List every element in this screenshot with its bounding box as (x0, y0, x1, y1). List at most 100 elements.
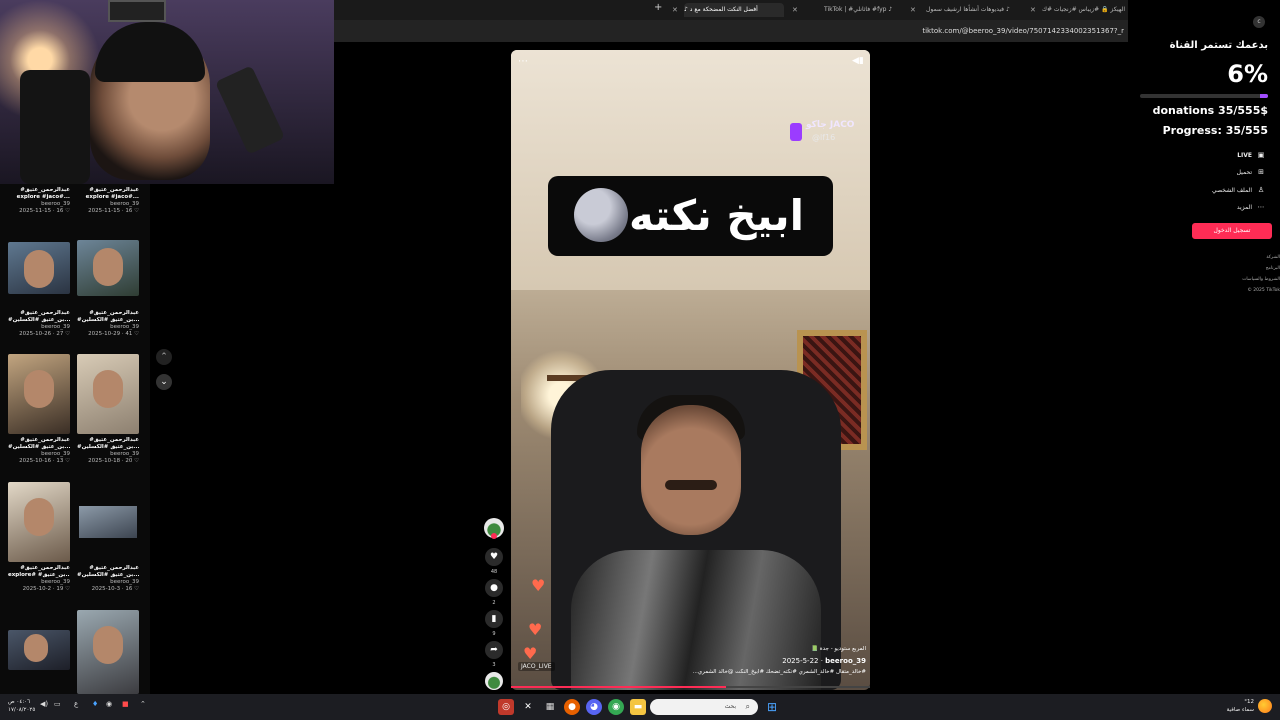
close-tab-icon[interactable]: ✕ (1030, 3, 1036, 17)
language-icon[interactable]: ع (74, 700, 78, 708)
nav-more[interactable]: المزيد ⋯ (1237, 203, 1266, 211)
list-item[interactable]: #عبدالرحمن_عتيق #بن_عتيق #الكسلين... beero… (77, 354, 139, 465)
goal-progress-bar (1140, 94, 1268, 98)
network-icon[interactable]: ▭ (54, 700, 61, 708)
list-item[interactable] (77, 610, 139, 694)
list-item[interactable]: #عبدالرحمن_عتيق #بن_عتيق #الكسلين... beero… (77, 240, 139, 338)
close-tab-icon[interactable]: ✕ (672, 3, 678, 17)
firefox-icon[interactable]: ● (564, 699, 580, 715)
footer-link[interactable]: الشروط والسياسات (1242, 277, 1280, 282)
creator-video-list: #عبدالرحمن_عتيق explore #jaco#... beeroo_3… (0, 184, 150, 694)
video-player[interactable] (511, 50, 870, 690)
video-user: beeroo_39 (41, 451, 70, 457)
video-info: 📗 المربع ستوديو - جدة 2025-5-22 · beeroo… (690, 646, 866, 675)
video-caption: ابيخ نكته (628, 191, 804, 240)
webcam-overlay (0, 0, 334, 184)
follow-dot[interactable] (491, 533, 497, 539)
video-title: #عبدالرحمن_عتيق (89, 187, 139, 193)
video-stats: 2025-11-15 · 16 ♡ (19, 208, 70, 214)
person-face (641, 405, 741, 535)
video-title: #عبدالرحمن_عتيق (20, 565, 70, 571)
tiktok-icon: ♪ (888, 6, 893, 13)
video-stats: 2025-10-16 · 13 ♡ (19, 458, 70, 464)
footer-link[interactable]: البرنامج (1266, 266, 1280, 271)
file-explorer-icon[interactable]: ▬ (630, 699, 646, 715)
discord-icon[interactable]: ◕ (586, 699, 602, 715)
video-date: 2025-5-22 (782, 657, 819, 665)
nav-upload[interactable]: تحميل ⊞ (1237, 168, 1266, 176)
tab-3[interactable]: فيديوهات أنشأها ارشيف سمول ♪ (926, 3, 1026, 17)
taskbar-clock[interactable]: ٠٤:٠٦ ص ١٧/٠٨/٢٠٢٥ (8, 698, 35, 714)
video-author[interactable]: beeroo_39 (825, 657, 866, 665)
video-user: beeroo_39 (110, 324, 139, 330)
like-button[interactable]: ♥ (485, 548, 503, 566)
obs-icon[interactable]: ◎ (498, 699, 514, 715)
close-tab-icon[interactable]: ✕ (910, 3, 916, 17)
scroll-down-button[interactable]: ⌄ (156, 374, 172, 390)
video-stats: 2025-10-2 · 19 ♡ (22, 586, 70, 592)
login-button[interactable]: تسجيل الدخول (1192, 223, 1272, 239)
list-item[interactable] (8, 630, 70, 670)
taskbar-search[interactable]: بحث ⌕ (650, 699, 758, 715)
live-tag: JACO_LIVE (518, 662, 555, 671)
tiktok-icon: ♪ (1005, 6, 1010, 13)
profile-icon: ♙ (1257, 186, 1265, 194)
discord-tray-icon[interactable]: ◉ (106, 700, 112, 708)
new-tab-button[interactable]: + (654, 2, 662, 13)
share-icon: ➦ (490, 645, 498, 655)
goal-percent: 6% (1227, 60, 1268, 88)
record-tray-icon[interactable]: ■ (122, 700, 129, 708)
more-options-icon[interactable]: ⋯ (518, 56, 528, 67)
comment-icon: ● (490, 583, 498, 593)
video-caption-box: ابيخ نكته (548, 176, 833, 256)
chevron-up-icon[interactable]: ⌃ (140, 700, 146, 708)
video-progress-fill (511, 686, 727, 688)
video-title: #عبدالرحمن_عتيق (20, 437, 70, 443)
video-thumbnail (8, 242, 70, 294)
sound-avatar[interactable] (485, 672, 503, 690)
weather-widget[interactable]: °12 سماء صافية (1227, 698, 1254, 714)
list-item[interactable]: #عبدالرحمن_عتيق explore #jaco#... beeroo_3… (8, 184, 70, 215)
comment-button[interactable]: ● (485, 579, 503, 597)
footer-link[interactable]: الشركة (1266, 255, 1280, 260)
share-button[interactable]: ➦ (485, 641, 503, 659)
list-item[interactable]: #عبدالرحمن_عتيقexplore# #بن_عتيق...beero… (8, 482, 70, 593)
tab-active[interactable]: ♪ أفضل النكت المضحكة مع د (684, 3, 784, 17)
windows-start-icon[interactable]: ⊞ (764, 699, 780, 715)
speaker-icon[interactable]: ◀) (40, 700, 48, 708)
support-title: بدعمك تستمر القناة (1169, 40, 1268, 51)
list-item[interactable]: #عبدالرحمن_عتيق explore #jaco#... beeroo_3… (77, 184, 139, 215)
list-item[interactable]: #عبدالرحمن_عتيق #بن_عتيق #الكسلين... beero… (77, 482, 139, 593)
video-progress-bar[interactable] (511, 686, 870, 688)
chrome-icon[interactable]: ◉ (608, 699, 624, 715)
bluetooth-icon[interactable]: ♦ (92, 700, 98, 708)
capcut-icon[interactable]: ✕ (520, 699, 536, 715)
share-count: 3 (492, 662, 496, 668)
task-view-icon[interactable]: ▦ (542, 699, 558, 715)
nav-live[interactable]: LIVE ▣ (1237, 151, 1266, 159)
wall-frame (108, 0, 166, 22)
url-text[interactable]: tiktok.com/@beeroo_39/video/750714233400… (922, 24, 1124, 38)
video-stats: 2025-10-26 · 27 ♡ (19, 331, 70, 337)
scroll-up-button[interactable]: ⌃ (156, 349, 172, 365)
nav-profile[interactable]: الملف الشخصي ♙ (1212, 186, 1266, 194)
list-item[interactable]: #عبدالرحمن_عتيق #بن_عتيق #الكسلين... beero… (8, 242, 70, 338)
search-icon: ⌕ (745, 702, 750, 711)
video-title: #عبدالرحمن_عتيق (20, 310, 70, 316)
video-title: #عبدالرحمن_عتيق (89, 437, 139, 443)
video-stats: 2025-10-18 · 20 ♡ (88, 458, 139, 464)
right-sidebar: c بدعمك تستمر القناة 6% donations 35/555… (1128, 0, 1280, 694)
video-thumbnail (8, 630, 70, 670)
save-button[interactable]: ▮ (485, 610, 503, 628)
video-subtitle: #بن_عتيق #الكسلين... (8, 444, 70, 450)
list-item[interactable]: #عبدالرحمن_عتيق #بن_عتيق #الكسلين... beero… (8, 354, 70, 465)
close-tab-icon[interactable]: ✕ (792, 3, 798, 17)
tab-2[interactable]: TikTok | #فاثانلي #fyp ♪ (824, 3, 924, 17)
heart-icon: ♥ (523, 644, 538, 663)
location-tag[interactable]: 📗 المربع ستوديو - جدة (690, 646, 866, 652)
sound-icon[interactable]: ◀▮ (852, 56, 864, 66)
heart-icon: ♥ (528, 620, 543, 639)
goal-progress-fill (1260, 94, 1268, 98)
tab-4[interactable]: الهيكز 🔒 #زيباس #زنجيات #ك (1042, 3, 1128, 17)
address-bar[interactable]: tiktok.com/@beeroo_39/video/750714233400… (334, 20, 1128, 42)
